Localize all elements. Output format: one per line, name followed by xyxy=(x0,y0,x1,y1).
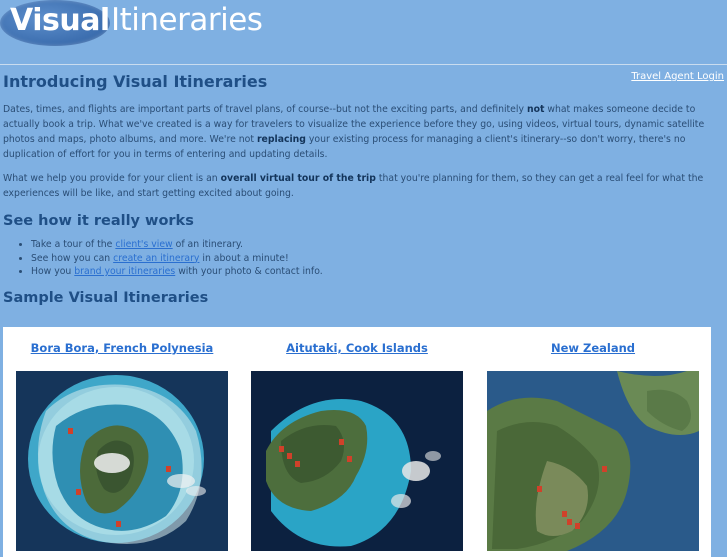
map-marker-icon xyxy=(575,523,580,529)
map-marker-icon xyxy=(295,461,300,467)
map-marker-icon xyxy=(339,439,344,445)
map-marker-icon xyxy=(287,453,292,459)
list-item-text: with your photo & contact info. xyxy=(175,266,323,277)
map-thumbnail-new-zealand[interactable] xyxy=(487,371,699,551)
intro-emphasis-tour: overall virtual tour of the trip xyxy=(220,173,376,184)
list-item-text: in about a minute! xyxy=(199,252,289,264)
main-content: Introducing Visual Itineraries Dates, ti… xyxy=(3,72,719,306)
page-title: Introducing Visual Itineraries xyxy=(3,72,268,91)
list-item-text: Take a tour of the xyxy=(31,239,116,250)
logo-text-visual[interactable]: Visual xyxy=(10,3,110,38)
samples-heading: Sample Visual Itineraries xyxy=(3,289,209,306)
list-item-text: of an itinerary. xyxy=(172,239,243,250)
map-marker-icon xyxy=(279,446,284,452)
samples-panel: Bora Bora, French Polynesia Aitutaki, Co… xyxy=(3,327,711,557)
intro-text: Dates, times, and flights are important … xyxy=(3,104,527,115)
satellite-map-image xyxy=(487,371,699,551)
site-header: Visual Itineraries xyxy=(0,0,727,66)
sample-card-new-zealand: New Zealand xyxy=(487,327,699,551)
intro-paragraph-2: What we help you provide for your client… xyxy=(3,171,719,201)
intro-emphasis-replacing: replacing xyxy=(256,134,306,145)
map-marker-icon xyxy=(76,489,81,495)
map-marker-icon xyxy=(537,486,542,492)
map-marker-icon xyxy=(562,511,567,517)
logo-text-itineraries[interactable]: Itineraries xyxy=(111,2,263,38)
map-marker-icon xyxy=(567,519,572,525)
map-marker-icon xyxy=(68,428,73,434)
map-marker-icon xyxy=(347,456,352,462)
list-item: See how you can create an itinerary in a… xyxy=(31,252,719,266)
list-item-text: See how you can xyxy=(31,252,114,264)
list-item: Take a tour of the client's view of an i… xyxy=(31,238,719,252)
map-marker-icon xyxy=(602,466,607,472)
sample-title-link[interactable]: Bora Bora, French Polynesia xyxy=(16,341,228,355)
how-it-works-list: Take a tour of the client's view of an i… xyxy=(3,238,719,279)
map-marker-icon xyxy=(166,466,171,472)
list-item-text: How you xyxy=(31,266,75,277)
how-it-works-heading: See how it really works xyxy=(3,213,194,229)
satellite-map-image xyxy=(16,371,228,551)
sample-card-aitutaki: Aitutaki, Cook Islands xyxy=(251,327,463,551)
brand-itineraries-link[interactable]: brand your itineraries xyxy=(74,266,175,277)
map-thumbnail-bora-bora[interactable] xyxy=(16,371,228,551)
clients-view-link[interactable]: client's view xyxy=(115,239,172,250)
header-divider xyxy=(0,64,727,65)
sample-card-bora-bora: Bora Bora, French Polynesia xyxy=(16,327,228,551)
create-itinerary-link[interactable]: create an itinerary xyxy=(113,253,199,264)
sample-title-link[interactable]: New Zealand xyxy=(487,341,699,355)
map-thumbnail-aitutaki[interactable] xyxy=(251,371,463,551)
sample-title-link[interactable]: Aitutaki, Cook Islands xyxy=(251,341,463,355)
list-item: How you brand your itineraries with your… xyxy=(31,265,719,279)
intro-paragraph-1: Dates, times, and flights are important … xyxy=(3,102,719,162)
intro-emphasis-not: not xyxy=(526,104,545,115)
intro-text: What we help you provide for your client… xyxy=(3,173,221,184)
satellite-map-image xyxy=(251,371,463,551)
map-marker-icon xyxy=(116,521,121,527)
